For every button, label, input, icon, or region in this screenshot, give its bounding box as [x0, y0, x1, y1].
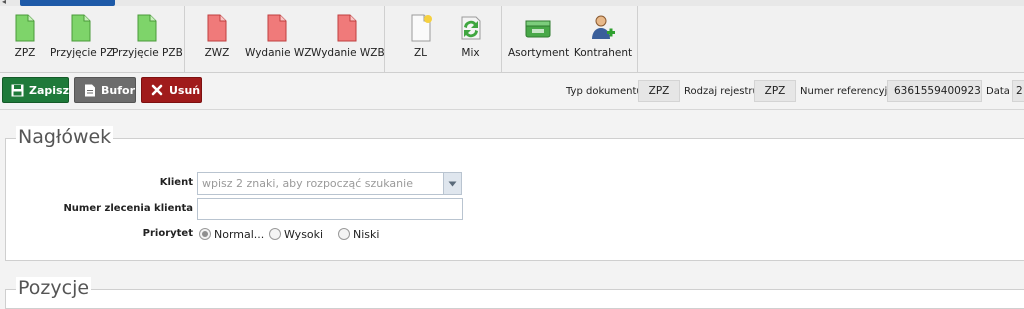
priority-option-label: Wysoki — [284, 227, 324, 241]
doc-type-field: ZPZ — [638, 80, 680, 102]
ribbon-label: Przyjęcie PZ — [50, 47, 114, 59]
user-add-icon — [592, 15, 615, 39]
reference-label: Numer referencyjny — [800, 85, 900, 97]
ribbon-label: Wydanie WZ — [245, 47, 312, 59]
save-button[interactable]: Zapisz — [2, 77, 69, 103]
save-button-label: Zapisz — [29, 83, 69, 97]
ribbon-button-zl[interactable]: ZL — [393, 6, 448, 72]
radio-icon — [338, 228, 350, 240]
reference-field: 636155940092310 — [887, 80, 982, 102]
document-red-icon — [267, 14, 287, 42]
recycle-arrows-icon — [461, 16, 480, 40]
buffer-button[interactable]: Bufor — [74, 77, 136, 103]
ribbon-label: ZWZ — [204, 47, 230, 59]
date-label: Data — [986, 85, 1010, 97]
positions-section-title: Pozycje — [16, 277, 92, 299]
document-red-icon — [207, 14, 227, 42]
ribbon-button-mix[interactable]: Mix — [443, 6, 498, 72]
ribbon-label: Asortyment — [508, 47, 570, 59]
date-field[interactable]: 2 — [1012, 80, 1024, 102]
delete-button[interactable]: Usuń — [141, 77, 202, 103]
header-section-title: Nagłówek — [16, 126, 114, 148]
priority-label: Priorytet — [142, 228, 193, 239]
ribbon-button-kontrahent[interactable]: Kontrahent — [572, 6, 634, 72]
chevron-down-icon[interactable] — [443, 173, 461, 194]
ribbon-button-wydanie-wz[interactable]: Wydanie WZ — [245, 6, 312, 72]
ribbon-button-przyjecie-pzb[interactable]: Przyjęcie PZB — [112, 6, 183, 72]
order-number-label: Numer zlecenia klienta — [63, 203, 193, 214]
ribbon-label: Przyjęcie PZB — [112, 47, 183, 59]
ribbon-group-other: ZL Mix — [385, 6, 502, 72]
document-green-icon — [15, 14, 35, 42]
radio-icon — [269, 228, 281, 240]
ribbon-group-issues: ZWZ Wydanie WZ Wydanie WZB — [185, 6, 385, 72]
register-value: ZPZ — [764, 85, 786, 97]
priority-radio-low[interactable]: Niski — [338, 227, 379, 241]
document-star-icon — [411, 14, 432, 42]
ribbon-label: Kontrahent — [573, 47, 633, 59]
ribbon-label: ZL — [413, 47, 428, 59]
ribbon-button-zwz[interactable]: ZWZ — [185, 6, 249, 72]
priority-option-label: Normal... — [214, 227, 265, 241]
product-box-icon — [525, 20, 551, 38]
action-toolbar: Zapisz Bufor Usuń Typ dokumentu ZPZ Rodz… — [0, 73, 1024, 110]
document-green-icon — [71, 14, 91, 42]
client-label: Klient — [159, 177, 193, 188]
positions-panel — [5, 289, 1024, 309]
buffer-button-label: Bufor — [101, 83, 135, 97]
priority-option-label: Niski — [353, 227, 380, 241]
radio-selected-icon — [199, 228, 211, 240]
ribbon-group-data: Asortyment Kontrahent — [502, 6, 638, 72]
document-icon — [83, 83, 96, 97]
ribbon-button-przyjecie-pz[interactable]: Przyjęcie PZ — [50, 6, 114, 72]
ribbon-button-asortyment[interactable]: Asortyment — [508, 6, 570, 72]
priority-radio-high[interactable]: Wysoki — [269, 227, 323, 241]
client-combobox[interactable]: wpisz 2 znaki, aby rozpocząć szukanie — [197, 172, 462, 195]
order-number-input[interactable] — [197, 198, 463, 220]
ribbon-label: Wydanie WZB — [311, 47, 385, 59]
header-panel — [5, 138, 1024, 261]
doc-type-value: ZPZ — [648, 85, 670, 97]
floppy-disk-icon — [11, 83, 24, 97]
register-field: ZPZ — [754, 80, 796, 102]
ribbon-label: Mix — [461, 47, 480, 59]
ribbon-button-zpz[interactable]: ZPZ — [0, 6, 50, 72]
close-icon — [150, 83, 164, 97]
ribbon-button-wydanie-wzb[interactable]: Wydanie WZB — [311, 6, 385, 72]
priority-radio-normal[interactable]: Normal... — [199, 227, 264, 241]
reference-value: 636155940092310 — [894, 85, 981, 97]
delete-button-label: Usuń — [169, 83, 201, 97]
ribbon: ZPZ Przyjęcie PZ Przyjęcie PZB ZWZ Wydan… — [0, 6, 1024, 73]
ribbon-group-receipts: ZPZ Przyjęcie PZ Przyjęcie PZB — [0, 6, 185, 72]
document-green-icon — [137, 14, 157, 42]
register-label: Rodzaj rejestru — [684, 85, 759, 97]
doc-type-label: Typ dokumentu — [566, 85, 643, 97]
client-placeholder: wpisz 2 znaki, aby rozpocząć szukanie — [202, 177, 413, 190]
date-value: 2 — [1016, 85, 1023, 97]
ribbon-label: ZPZ — [14, 47, 36, 59]
document-red-icon — [337, 14, 357, 42]
